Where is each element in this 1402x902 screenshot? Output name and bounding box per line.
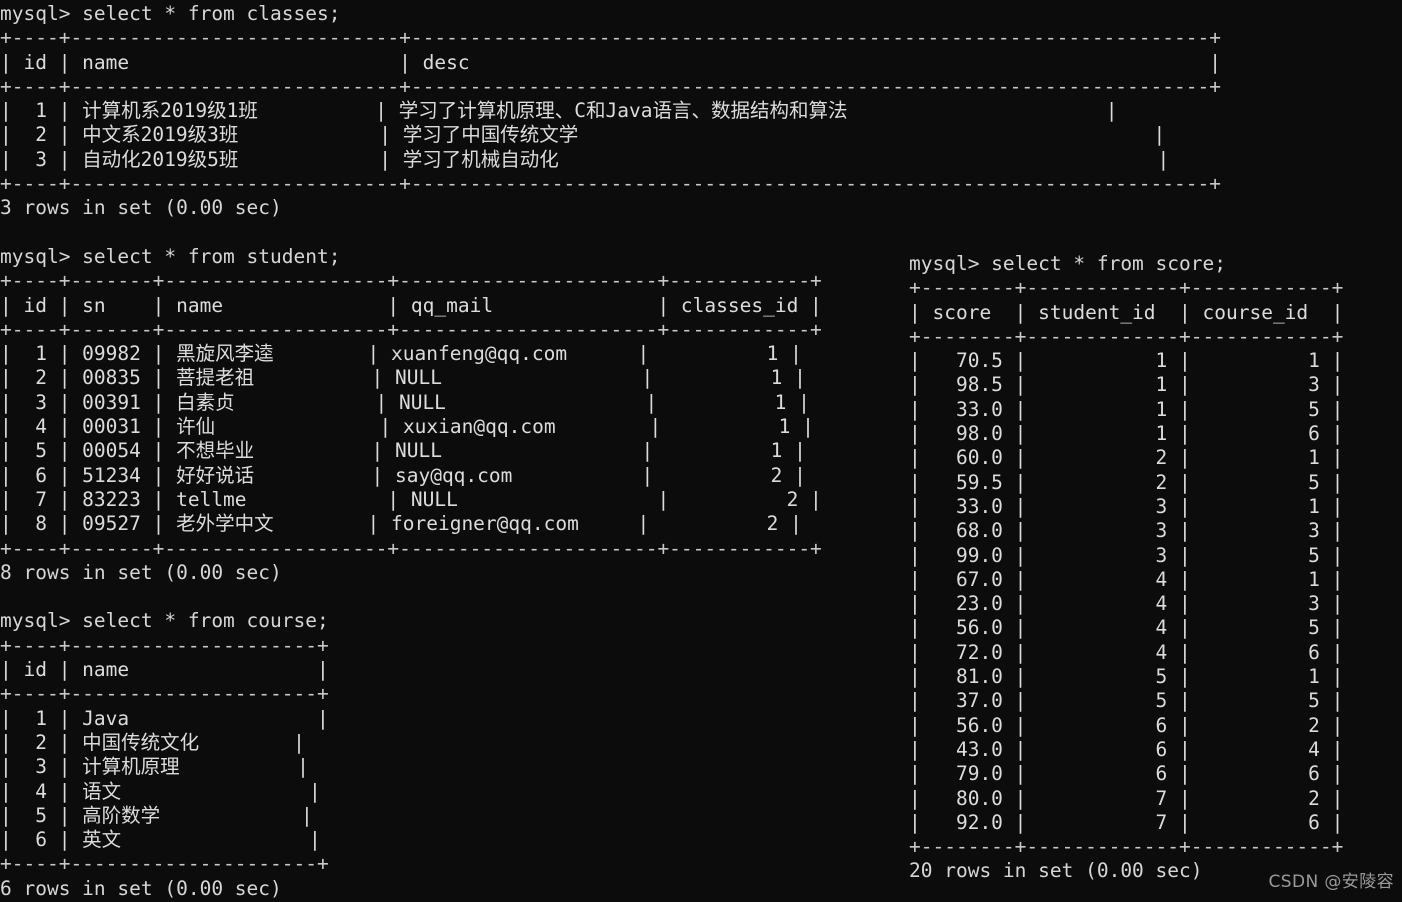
sql-command-classes: mysql> select * from classes; — [0, 2, 341, 25]
table-row-classes: | 1 | 计算机系2019级1班 | 学习了计算机原理、C和Java语言、数据… — [0, 99, 1118, 123]
table-rule-score: +--------+-------------+------------+ — [909, 835, 1344, 859]
table-row-score: | 60.0 | 2 | 1 | — [909, 446, 1344, 470]
table-row-score: | 98.0 | 1 | 6 | — [909, 422, 1344, 446]
result-status-classes: 3 rows in set (0.00 sec) — [0, 196, 282, 220]
table-row-score: | 33.0 | 3 | 1 | — [909, 494, 1344, 518]
table-row-score: | 59.5 | 2 | 5 | — [909, 470, 1344, 494]
terminal-window: mysql> select * from classes; +----+-----… — [0, 0, 1402, 902]
table-row-score: | 67.0 | 4 | 1 | — [909, 567, 1344, 591]
sql-command-score: mysql> select * from score; — [909, 252, 1226, 275]
table-row-score: | 99.0 | 3 | 5 | — [909, 543, 1344, 567]
table-row-score: | 80.0 | 7 | 2 | — [909, 786, 1344, 810]
csdn-watermark: CSDN @安陵容 — [1268, 872, 1394, 892]
table-row-score: | 33.0 | 1 | 5 | — [909, 397, 1344, 421]
table-header-classes: | id | name | desc | — [0, 50, 1221, 74]
table-row-score: | 23.0 | 4 | 3 | — [909, 592, 1344, 616]
table-rule-classes: +----+----------------------------+-----… — [0, 74, 1221, 98]
table-row-score: | 79.0 | 6 | 6 | — [909, 762, 1344, 786]
table-row-score: | 56.0 | 4 | 5 | — [909, 616, 1344, 640]
table-row-classes: | 3 | 自动化2019级5班 | 学习了机械自动化 | — [0, 147, 1170, 171]
table-row-classes: | 2 | 中文系2019级3班 | 学习了中国传统文学 | — [0, 123, 1166, 147]
table-rule-score: +--------+-------------+------------+ — [909, 276, 1344, 300]
table-row-score: | 68.0 | 3 | 3 | — [909, 519, 1344, 543]
table-rule-classes: +----+----------------------------+-----… — [0, 26, 1221, 50]
table-row-score: | 70.5 | 1 | 1 | — [909, 349, 1344, 373]
table-row-score: | 37.0 | 5 | 5 | — [909, 689, 1344, 713]
table-rule-classes: +----+----------------------------+-----… — [0, 172, 1221, 196]
table-row-score: | 98.5 | 1 | 3 | — [909, 373, 1344, 397]
table-row-score: | 56.0 | 6 | 2 | — [909, 713, 1344, 737]
table-row-score: | 43.0 | 6 | 4 | — [909, 737, 1344, 761]
table-rule-score: +--------+-------------+------------+ — [909, 324, 1344, 348]
table-row-score: | 72.0 | 4 | 6 | — [909, 640, 1344, 664]
table-row-score: | 92.0 | 7 | 6 | — [909, 810, 1344, 834]
console-output-right-column: mysql> select * from score; +--------+---… — [909, 252, 1343, 884]
table-row-score: | 81.0 | 5 | 1 | — [909, 665, 1344, 689]
table-header-score: | score | student_id | course_id | — [909, 300, 1344, 324]
